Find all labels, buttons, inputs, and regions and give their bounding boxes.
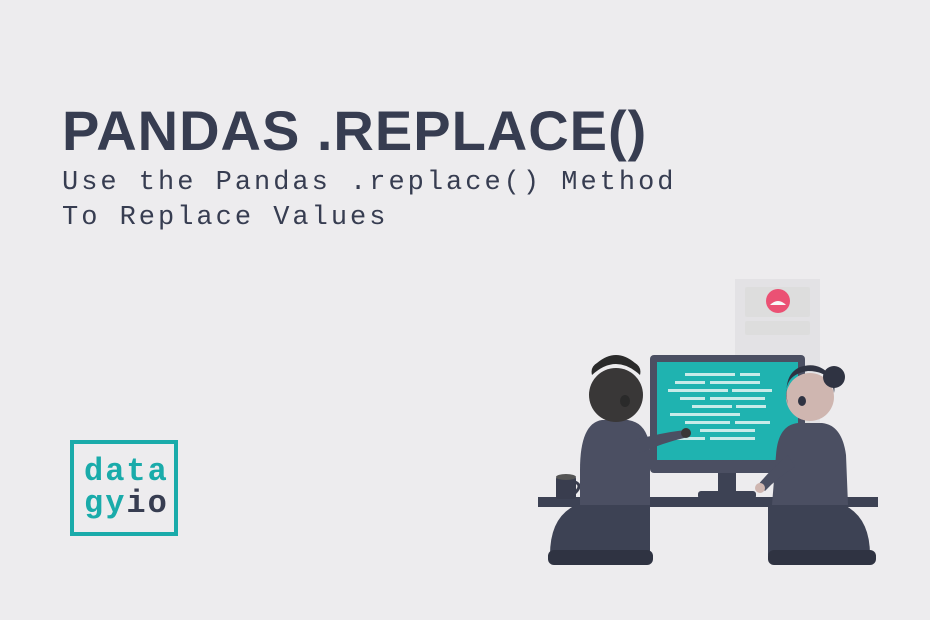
logo-text-line1: data bbox=[84, 456, 174, 488]
programmers-illustration bbox=[520, 275, 900, 585]
datagy-logo: data gyio bbox=[70, 440, 178, 536]
page-subtitle: Use the Pandas .replace() MethodTo Repla… bbox=[62, 166, 676, 236]
logo-gy: gy bbox=[84, 485, 126, 522]
logo-io: io bbox=[126, 485, 168, 522]
monitor-screen bbox=[657, 362, 798, 460]
coffee-cup-icon bbox=[556, 474, 579, 499]
logo-text-line2: gyio bbox=[84, 488, 174, 520]
page-title: PANDAS .REPLACE() bbox=[62, 98, 647, 163]
